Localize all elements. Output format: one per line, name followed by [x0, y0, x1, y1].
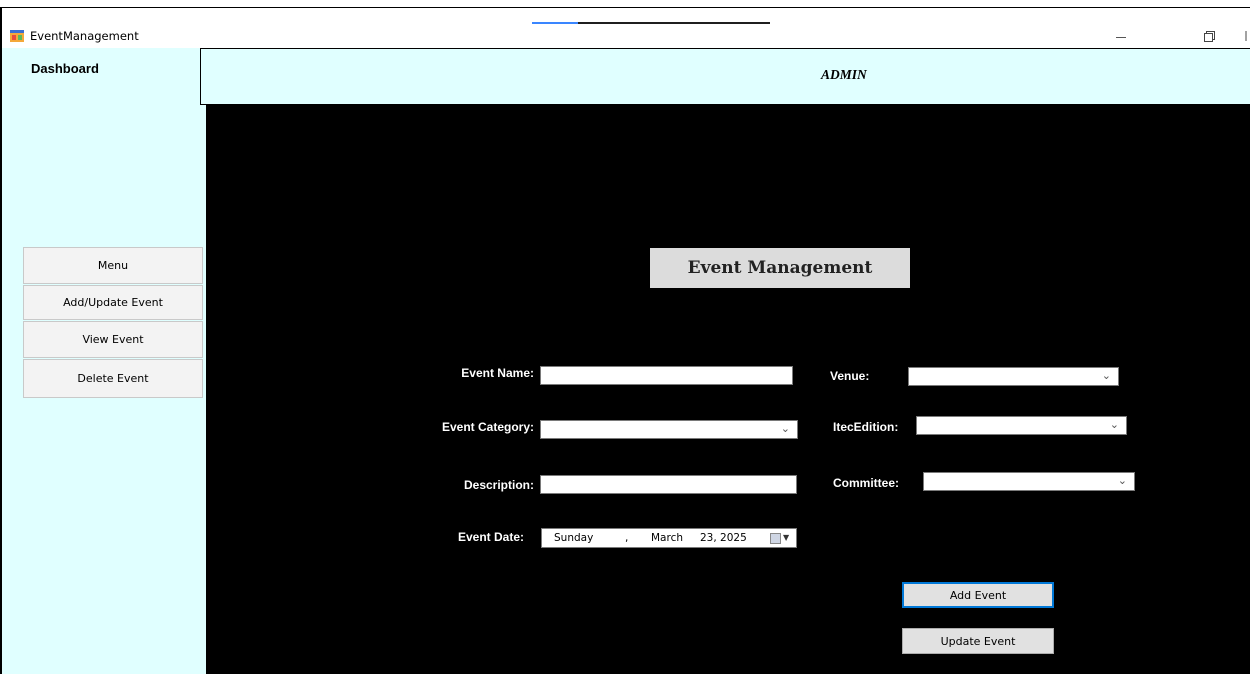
main-content-panel [206, 105, 1250, 674]
date-weekday: Sunday [554, 532, 594, 544]
close-icon [1245, 31, 1247, 41]
itec-edition-select[interactable]: ⌄ [916, 416, 1127, 435]
venue-select[interactable]: ⌄ [908, 367, 1119, 386]
chevron-down-icon: ⌄ [780, 422, 790, 435]
date-month: March [651, 532, 684, 544]
event-category-label: Event Category: [441, 420, 534, 434]
itec-edition-label: ItecEdition: [833, 420, 899, 434]
delete-event-button[interactable]: Delete Event [23, 359, 203, 398]
add-event-button[interactable]: Add Event [902, 582, 1054, 608]
calendar-icon[interactable] [770, 533, 781, 544]
event-name-label: Event Name: [461, 366, 534, 380]
description-label: Description: [463, 478, 534, 492]
close-button[interactable] [1240, 26, 1250, 46]
app-form-icon [10, 30, 24, 42]
section-title: Event Management [650, 248, 910, 288]
committee-label: Committee: [833, 476, 900, 490]
sidebar-title: Dashboard [31, 61, 99, 76]
minimize-icon [1116, 36, 1126, 38]
event-date-label: Event Date: [457, 530, 524, 544]
dropdown-arrow-icon[interactable]: ▼ [783, 533, 789, 542]
date-day-year: 23, 2025 [700, 532, 747, 544]
venue-label: Venue: [830, 369, 870, 383]
description-field[interactable] [540, 475, 797, 494]
event-date-picker[interactable]: Sunday , March 23, 2025 ▼ [541, 528, 797, 548]
restore-icon [1203, 30, 1215, 42]
window-title: EventManagement [30, 29, 139, 43]
chevron-down-icon: ⌄ [1117, 474, 1127, 487]
restore-button[interactable] [1196, 26, 1222, 46]
title-bar: EventManagement [2, 24, 1250, 48]
event-category-select[interactable]: ⌄ [540, 420, 798, 439]
chevron-down-icon: ⌄ [1109, 418, 1119, 431]
date-separator: , [625, 532, 629, 544]
chevron-down-icon: ⌄ [1101, 369, 1111, 382]
update-event-button[interactable]: Update Event [902, 628, 1054, 654]
event-name-field[interactable] [540, 366, 793, 385]
committee-select[interactable]: ⌄ [923, 472, 1135, 491]
header-panel: ADMIN [200, 48, 1250, 105]
view-event-button[interactable]: View Event [23, 321, 203, 358]
minimize-button[interactable] [1108, 26, 1134, 46]
window-border-top [0, 7, 1250, 8]
header-title: ADMIN [821, 67, 867, 82]
add-update-event-button[interactable]: Add/Update Event [23, 285, 203, 320]
menu-button[interactable]: Menu [23, 247, 203, 284]
